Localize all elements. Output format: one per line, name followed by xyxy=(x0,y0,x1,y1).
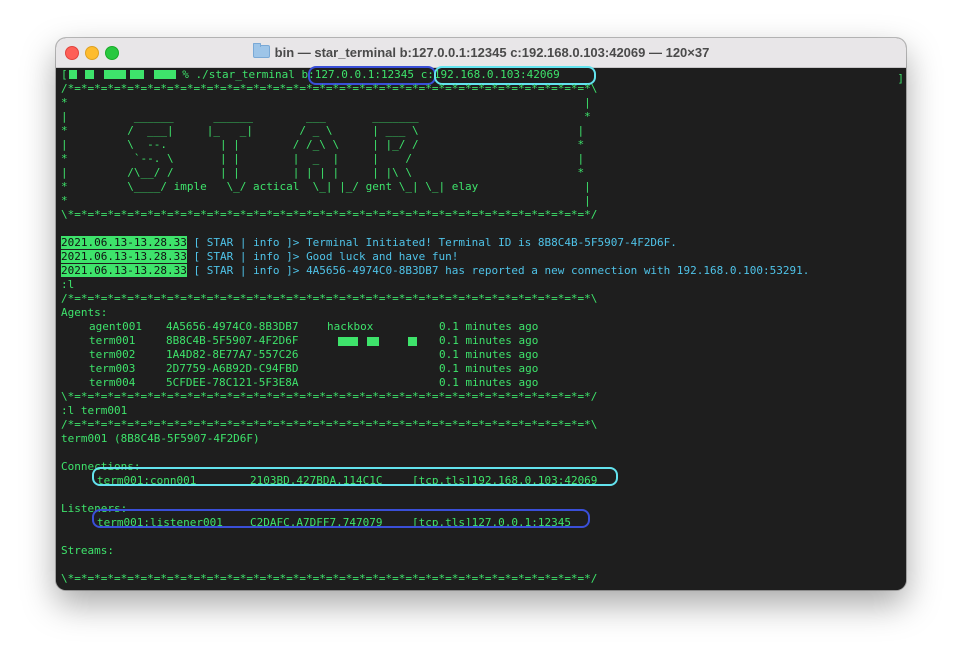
redacted-block xyxy=(129,70,144,79)
redacted-block xyxy=(103,70,126,79)
agent-host: hackbox xyxy=(327,320,374,333)
agent-name: term003 xyxy=(89,362,136,375)
log-tag: [ STAR | info ]> xyxy=(186,236,307,249)
redacted-block xyxy=(408,337,417,346)
redacted-block xyxy=(338,337,358,346)
command-line: :l term001 xyxy=(61,404,128,417)
folder-icon xyxy=(252,43,270,58)
log-line: 2021.06.13-13.28.33 [ STAR | info ]> Ter… xyxy=(61,236,677,250)
agent-name: term001 xyxy=(89,334,136,347)
banner-line: | \ --. | | / /_\ \ | |_/ / * xyxy=(61,138,585,151)
separator-top: /*=*=*=*=*=*=*=*=*=*=*=*=*=*=*=*=*=*=*=*… xyxy=(61,418,598,431)
detail-title: term001 (8B8C4B-5F5907-4F2D6F) xyxy=(61,432,260,445)
log-timestamp: 2021.06.13-13.28.33 xyxy=(61,236,187,249)
redacted-block xyxy=(367,337,379,346)
agent-name: agent001 xyxy=(89,320,142,333)
right-bracket: ] xyxy=(897,72,904,85)
log-timestamp: 2021.06.13-13.28.33 xyxy=(61,264,187,277)
agent-id: 1A4D82-8E77A7-557C26 xyxy=(166,348,299,361)
prompt-command: % ./star_terminal xyxy=(175,68,302,81)
agent-id: 5CFDEE-78C121-5F3E8A xyxy=(166,376,299,389)
log-tag: [ STAR | info ]> xyxy=(186,264,307,277)
agent-name: term004 xyxy=(89,376,136,389)
agents-header: Agents: xyxy=(61,306,108,319)
command-line: :l xyxy=(61,278,75,291)
agent-id: 2D7759-A6B92D-C94FBD xyxy=(166,362,299,375)
log-timestamp: 2021.06.13-13.28.33 xyxy=(61,250,187,263)
streams-header: Streams: xyxy=(61,544,114,557)
log-line: 2021.06.13-13.28.33 [ STAR | info ]> 4A5… xyxy=(61,264,809,278)
banner-line: * | xyxy=(61,96,591,109)
agent-age: 0.1 minutes ago xyxy=(439,320,539,333)
redacted-block xyxy=(153,70,176,79)
redacted-block xyxy=(84,70,94,79)
banner-line: * | xyxy=(61,194,591,207)
log-line: 2021.06.13-13.28.33 [ STAR | info ]> Goo… xyxy=(61,250,458,264)
window-title: bin — star_terminal b:127.0.0.1:12345 c:… xyxy=(274,45,710,60)
banner-line: | /\__/ / | | | | | | | |\ \ * xyxy=(61,166,585,179)
agent-id: 4A5656-4974C0-8B3DB7 xyxy=(166,320,299,333)
window-title-area: bin — star_terminal b:127.0.0.1:12345 c:… xyxy=(56,38,906,67)
agent-id: 8B8C4B-5F5907-4F2D6F xyxy=(166,334,299,347)
agent-age: 0.1 minutes ago xyxy=(439,362,539,375)
terminal-output[interactable]: [ % ./star_terminal b:127.0.0.1:12345 c:… xyxy=(56,66,906,590)
log-message: 4A5656-4974C0-8B3DB7 has reported a new … xyxy=(306,264,810,277)
banner-line: \*=*=*=*=*=*=*=*=*=*=*=*=*=*=*=*=*=*=*=*… xyxy=(61,208,598,221)
listener-highlight xyxy=(92,509,590,528)
banner-line: * \____/ imple \_/ actical \_| |_/ gent … xyxy=(61,180,591,193)
separator-bottom: \*=*=*=*=*=*=*=*=*=*=*=*=*=*=*=*=*=*=*=*… xyxy=(61,572,598,585)
agent-age: 0.1 minutes ago xyxy=(439,348,539,361)
separator-top: /*=*=*=*=*=*=*=*=*=*=*=*=*=*=*=*=*=*=*=*… xyxy=(61,292,598,305)
agent-name: term002 xyxy=(89,348,136,361)
terminal-window: bin — star_terminal b:127.0.0.1:12345 c:… xyxy=(56,38,906,590)
banner-line: | ______ ______ ___ _______ * xyxy=(61,110,591,123)
agent-age: 0.1 minutes ago xyxy=(439,376,539,389)
banner-line: * / ___| |_ _| / _ \ | ___ \ | xyxy=(61,124,585,137)
separator-bottom: \*=*=*=*=*=*=*=*=*=*=*=*=*=*=*=*=*=*=*=*… xyxy=(61,390,598,403)
title-bar: bin — star_terminal b:127.0.0.1:12345 c:… xyxy=(56,38,906,68)
log-message: Good luck and have fun! xyxy=(306,250,459,263)
banner-line: * `--. \ | | | _ | | / | xyxy=(61,152,585,165)
banner-line: /*=*=*=*=*=*=*=*=*=*=*=*=*=*=*=*=*=*=*=*… xyxy=(61,82,598,95)
log-tag: [ STAR | info ]> xyxy=(186,250,307,263)
redacted-block xyxy=(68,70,77,79)
connection-highlight xyxy=(92,467,618,486)
log-message: Terminal Initiated! Terminal ID is 8B8C4… xyxy=(306,236,677,249)
agent-age: 0.1 minutes ago xyxy=(439,334,539,347)
